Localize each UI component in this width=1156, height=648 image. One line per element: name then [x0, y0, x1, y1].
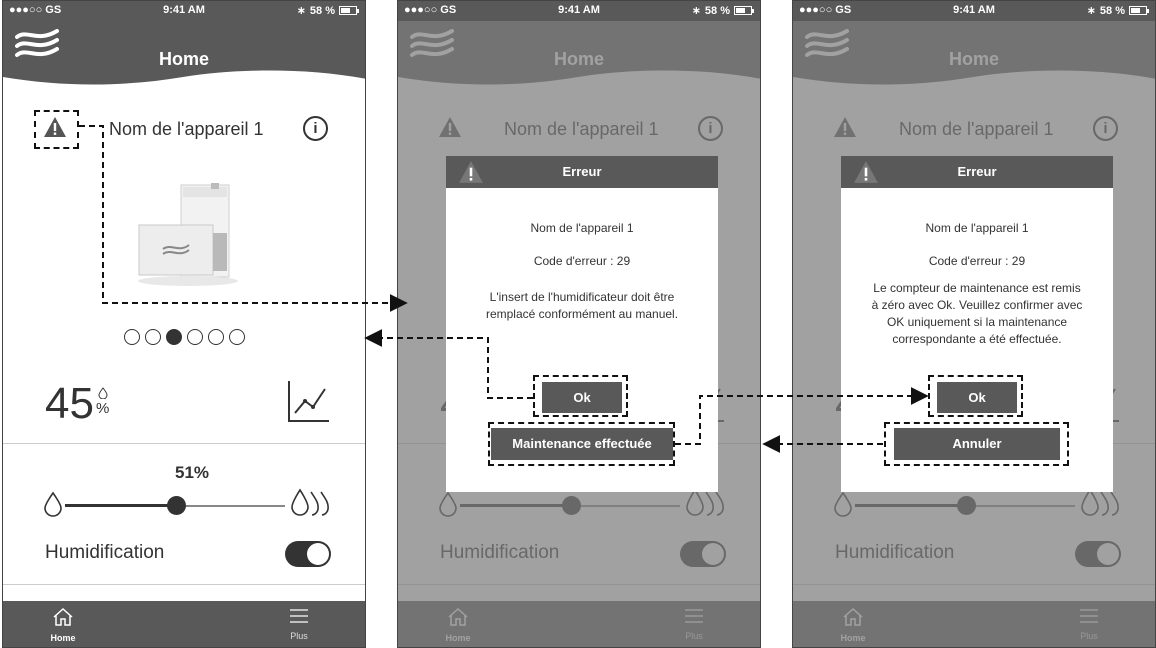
battery-icon [339, 6, 359, 15]
phone-screen-home: ●●●○○ GS 9:41 AM ∗ 58 % Home Nom de l'ap… [2, 0, 366, 648]
phone-screen-error: ●●●○○ GS 9:41 AM ∗ 58 % Home Nom de l'ap… [397, 0, 761, 648]
drop-small-icon [98, 387, 108, 400]
highlight-cancel-button [884, 422, 1069, 466]
app-header: Home [3, 21, 365, 101]
carousel-dot[interactable] [165, 329, 182, 345]
dialog-body: Nom de l'appareil 1 Code d'erreur : 29 L… [841, 188, 1113, 348]
highlight-ok-button [533, 375, 628, 417]
battery-label: 58 % [309, 4, 335, 17]
carousel-dot[interactable] [144, 329, 161, 345]
dialog-message-line: à zéro avec Ok. Veuillez confirmer avec [871, 298, 1083, 312]
device-name[interactable]: Nom de l'appareil 1 [109, 119, 264, 140]
carousel-dot[interactable] [228, 329, 245, 345]
battery-icon [1129, 6, 1149, 15]
battery-indicator: ∗ 58 % [691, 4, 754, 17]
tab-bar: Home Plus [3, 601, 365, 647]
bluetooth-icon: ∗ [691, 5, 701, 17]
battery-label: 58 % [704, 4, 730, 17]
humidification-toggle[interactable] [285, 541, 331, 567]
status-bar: ●●●○○ GS 9:41 AM ∗ 58 % [3, 1, 365, 21]
dialog-device-name: Nom de l'appareil 1 [925, 221, 1029, 235]
drop-icon [44, 491, 62, 517]
dialog-message-line: OK uniquement si la maintenance [886, 315, 1068, 329]
dialog-header: Erreur [446, 156, 718, 188]
dialog-message-line: L'insert de l'humidificateur doit être [489, 290, 675, 304]
dialog-device-name: Nom de l'appareil 1 [530, 221, 634, 235]
dialog-error-code: Code d'erreur : 29 [533, 254, 631, 268]
battery-indicator: ∗ 58 % [296, 4, 359, 17]
phone-screen-confirm: ●●●○○ GS 9:41 AM ∗ 58 % Home Nom de l'ap… [792, 0, 1156, 648]
home-icon [53, 607, 73, 626]
tab-home[interactable]: Home [43, 607, 83, 643]
dialog-error-code: Code d'erreur : 29 [928, 254, 1026, 268]
carousel-dot[interactable] [186, 329, 203, 345]
dialog-body: Nom de l'appareil 1 Code d'erreur : 29 L… [446, 188, 718, 323]
dialog-message-line: correspondante a été effectuée. [892, 332, 1062, 346]
setpoint-label: 51% [175, 463, 210, 482]
slider-knob[interactable] [167, 496, 187, 515]
dialog-title: Erreur [957, 164, 997, 179]
humidity-value: 45 [45, 379, 94, 428]
page-title: Home [158, 49, 209, 69]
battery-icon [734, 6, 754, 15]
status-bar: ●●●○○ GS 9:41 AM ∗ 58 % [398, 1, 760, 21]
humidity-unit: % [96, 387, 109, 416]
dialog-message-line: Le compteur de maintenance est remis [873, 281, 1081, 295]
dialog-title: Erreur [562, 164, 602, 179]
chart-icon[interactable] [285, 379, 331, 425]
divider [3, 443, 365, 444]
highlight-maintenance-button [488, 422, 675, 466]
carousel-dot[interactable] [123, 329, 140, 345]
battery-indicator: ∗ 58 % [1086, 4, 1149, 17]
menu-icon [290, 609, 308, 623]
highlight-warning-icon [34, 110, 79, 149]
toggle-knob [307, 543, 329, 565]
tab-plus[interactable]: Plus [279, 607, 319, 641]
dialog-header: Erreur [841, 156, 1113, 188]
carousel-dot[interactable] [207, 329, 224, 345]
tab-home-label: Home [50, 633, 76, 643]
carousel-dots[interactable] [3, 329, 365, 345]
tab-plus-label: Plus [290, 631, 308, 641]
status-bar: ●●●○○ GS 9:41 AM ∗ 58 % [793, 1, 1155, 21]
bluetooth-icon: ∗ [296, 5, 306, 17]
humidity-unit-label: % [96, 400, 110, 417]
device-image [138, 183, 238, 286]
drops-icon [291, 488, 329, 516]
divider [3, 584, 365, 585]
dialog-message-line: remplacé conformément au manuel. [485, 307, 679, 321]
bluetooth-icon: ∗ [1086, 5, 1096, 17]
humidification-label: Humidification [45, 542, 165, 563]
battery-label: 58 % [1099, 4, 1125, 17]
slider-fill [65, 504, 178, 507]
info-icon[interactable]: i [303, 116, 328, 141]
highlight-ok-button [928, 375, 1023, 417]
